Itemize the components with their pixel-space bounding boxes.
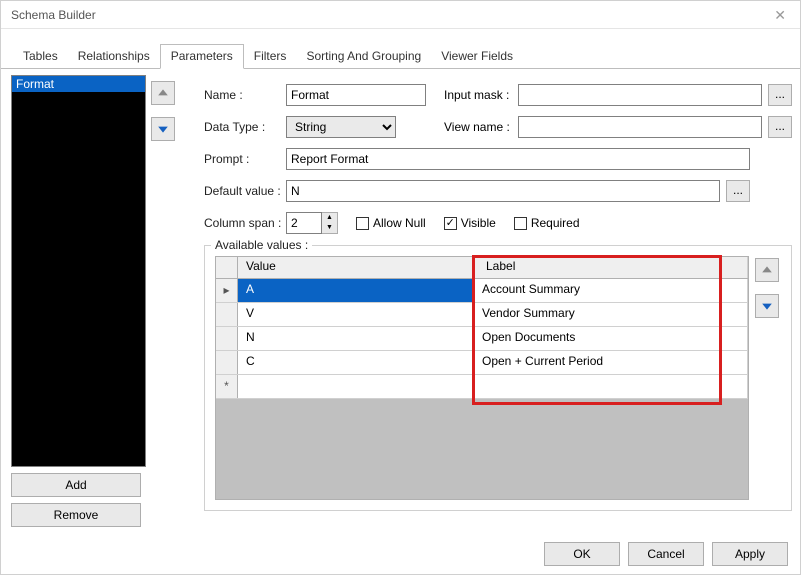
available-values-group: Available values : Value Label ▸ A Accou… xyxy=(204,245,792,511)
name-label: Name : xyxy=(204,88,286,102)
table-row[interactable]: * xyxy=(216,375,748,399)
col-value-header[interactable]: Value xyxy=(238,257,474,278)
col-label-header[interactable]: Label xyxy=(474,257,748,278)
colspan-label: Column span : xyxy=(204,216,286,230)
available-values-title: Available values : xyxy=(211,238,312,252)
grid-move-down-button[interactable] xyxy=(755,294,779,318)
move-up-button[interactable] xyxy=(151,81,175,105)
default-field[interactable] xyxy=(286,180,720,202)
inputmask-field[interactable] xyxy=(518,84,762,106)
viewname-field[interactable] xyxy=(518,116,762,138)
remove-button[interactable]: Remove xyxy=(11,503,141,527)
tab-sorting-grouping[interactable]: Sorting And Grouping xyxy=(296,45,431,68)
add-button[interactable]: Add xyxy=(11,473,141,497)
visible-label: Visible xyxy=(461,216,496,230)
spin-down-icon[interactable]: ▼ xyxy=(322,223,337,233)
cell-value[interactable] xyxy=(238,375,474,398)
inputmask-browse-button[interactable]: ... xyxy=(768,84,792,106)
cell-label[interactable] xyxy=(474,375,748,398)
allownull-label: Allow Null xyxy=(373,216,426,230)
apply-button[interactable]: Apply xyxy=(712,542,788,566)
tab-relationships[interactable]: Relationships xyxy=(68,45,160,68)
cell-label[interactable]: Account Summary xyxy=(474,279,748,302)
tab-viewer-fields[interactable]: Viewer Fields xyxy=(431,45,523,68)
cell-label[interactable]: Open Documents xyxy=(474,327,748,350)
viewname-label: View name : xyxy=(444,120,518,134)
allownull-checkbox[interactable]: Allow Null xyxy=(356,216,426,230)
prompt-label: Prompt : xyxy=(204,152,286,166)
datatype-label: Data Type : xyxy=(204,120,286,134)
cell-value[interactable]: C xyxy=(238,351,474,374)
tab-strip: Tables Relationships Parameters Filters … xyxy=(1,29,800,69)
cell-value[interactable]: V xyxy=(238,303,474,326)
list-item[interactable]: Format xyxy=(12,76,145,92)
cell-label[interactable]: Open + Current Period xyxy=(474,351,748,374)
ok-button[interactable]: OK xyxy=(544,542,620,566)
row-marker-icon: ▸ xyxy=(216,279,238,302)
cancel-button[interactable]: Cancel xyxy=(628,542,704,566)
row-marker-icon xyxy=(216,327,238,350)
viewname-browse-button[interactable]: ... xyxy=(768,116,792,138)
tab-parameters[interactable]: Parameters xyxy=(160,44,244,69)
cell-value[interactable]: A xyxy=(238,279,474,302)
values-grid[interactable]: Value Label ▸ A Account Summary V Vendor… xyxy=(215,256,749,500)
row-marker-icon: * xyxy=(216,375,238,398)
prompt-field[interactable] xyxy=(286,148,750,170)
table-row[interactable]: V Vendor Summary xyxy=(216,303,748,327)
cell-value[interactable]: N xyxy=(238,327,474,350)
default-label: Default value : xyxy=(204,184,286,198)
required-label: Required xyxy=(531,216,580,230)
tab-tables[interactable]: Tables xyxy=(13,45,68,68)
inputmask-label: Input mask : xyxy=(444,88,518,102)
visible-checkbox[interactable]: Visible xyxy=(444,216,496,230)
dialog-footer: OK Cancel Apply xyxy=(544,542,788,566)
move-down-button[interactable] xyxy=(151,117,175,141)
colspan-input[interactable] xyxy=(286,212,322,234)
tab-filters[interactable]: Filters xyxy=(244,45,297,68)
window-title: Schema Builder xyxy=(1,1,800,29)
table-row[interactable]: N Open Documents xyxy=(216,327,748,351)
required-checkbox[interactable]: Required xyxy=(514,216,580,230)
spin-up-icon[interactable]: ▲ xyxy=(322,213,337,223)
grid-move-up-button[interactable] xyxy=(755,258,779,282)
close-icon[interactable]: ✕ xyxy=(774,7,786,24)
cell-label[interactable]: Vendor Summary xyxy=(474,303,748,326)
colspan-spinner[interactable]: ▲▼ xyxy=(286,212,338,234)
parameter-list[interactable]: Format xyxy=(11,75,146,467)
table-row[interactable]: ▸ A Account Summary xyxy=(216,279,748,303)
name-field[interactable] xyxy=(286,84,426,106)
default-browse-button[interactable]: ... xyxy=(726,180,750,202)
datatype-select[interactable]: String xyxy=(286,116,396,138)
row-marker-icon xyxy=(216,351,238,374)
row-header-corner xyxy=(216,257,238,278)
table-row[interactable]: C Open + Current Period xyxy=(216,351,748,375)
row-marker-icon xyxy=(216,303,238,326)
